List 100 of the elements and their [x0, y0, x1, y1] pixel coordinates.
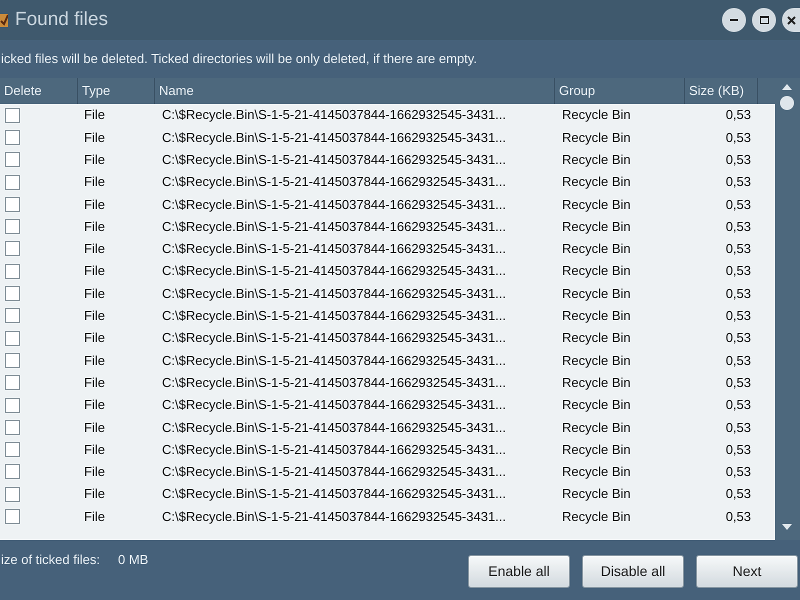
checkbox[interactable]	[5, 420, 20, 435]
table-cell-text: Recycle Bin	[561, 329, 632, 348]
table-cell-text: 0,53	[724, 307, 752, 326]
table-cell-text: 0,53	[724, 218, 752, 236]
table-cell-text: C:\$Recycle.Bin\S-1-5-21-4145037844-1662932545-3431...	[161, 440, 508, 459]
minimize-icon	[730, 19, 738, 21]
checkbox[interactable]	[5, 219, 20, 234]
checkbox[interactable]	[5, 464, 20, 480]
table-cell-text: Recycle Bin	[561, 508, 632, 526]
table-cell-text: File	[83, 463, 106, 482]
checkbox[interactable]	[5, 398, 20, 412]
scroll-down-icon	[782, 524, 792, 530]
status-value: 0 MB	[118, 551, 148, 569]
info-message: icked files will be deleted. Ticked directories will be only deleted, if there are empty.	[1, 50, 477, 68]
table-cell-text: File	[83, 218, 106, 236]
table-cell-text: C:\$Recycle.Bin\S-1-5-21-4145037844-1662932545-3431...	[161, 307, 508, 326]
table-cell-text: File	[83, 262, 106, 280]
table-cell-text: 0,53	[724, 196, 752, 214]
scroll-up-icon	[782, 84, 792, 90]
table-cell-text: File	[83, 173, 106, 192]
table-cell-text: File	[83, 440, 106, 459]
window-title: Found files	[15, 8, 108, 32]
maximize-icon	[760, 16, 768, 24]
table-cell-text: Recycle Bin	[561, 240, 632, 258]
table-cell-text: Recycle Bin	[561, 396, 632, 414]
checkbox[interactable]	[5, 508, 20, 524]
close-icon	[787, 16, 796, 24]
table-cell-text: C:\$Recycle.Bin\S-1-5-21-4145037844-1662932545-3431...	[161, 128, 508, 147]
checkbox[interactable]	[5, 375, 20, 390]
checkbox[interactable]	[5, 330, 20, 346]
checkbox[interactable]	[5, 152, 20, 168]
minimize-button[interactable]	[722, 8, 746, 32]
checkbox[interactable]	[5, 196, 20, 212]
checkbox[interactable]	[5, 264, 20, 279]
table-cell-text: C:\$Recycle.Bin\S-1-5-21-4145037844-1662932545-3431...	[161, 508, 508, 526]
table-cell-text: Recycle Bin	[561, 128, 632, 147]
table-cell-text: Recycle Bin	[561, 307, 632, 326]
table-cell-text: 0,53	[724, 173, 752, 192]
table-cell-text: 0,53	[724, 128, 752, 147]
table-cell-text: 0,53	[724, 485, 752, 504]
table-cell-text: 0,53	[724, 262, 752, 280]
maximize-button[interactable]	[752, 8, 776, 32]
checkbox[interactable]	[5, 130, 20, 145]
table-cell-text: C:\$Recycle.Bin\S-1-5-21-4145037844-1662932545-3431...	[161, 284, 508, 303]
table-cell-text: C:\$Recycle.Bin\S-1-5-21-4145037844-1662932545-3431...	[161, 352, 508, 370]
checkbox[interactable]	[5, 241, 20, 256]
table-cell-text: File	[83, 106, 106, 124]
table-cell-text: 0,53	[724, 440, 752, 459]
table-cell-text: 0,53	[724, 374, 752, 392]
table-cell-text: File	[83, 352, 106, 370]
table-cell-text: C:\$Recycle.Bin\S-1-5-21-4145037844-1662932545-3431...	[161, 196, 508, 214]
table-cell-text: Recycle Bin	[561, 173, 632, 192]
table-cell-text: File	[83, 196, 106, 214]
table-cell-text: File	[83, 374, 106, 392]
table-cell-text: C:\$Recycle.Bin\S-1-5-21-4145037844-1662932545-3431...	[161, 374, 508, 392]
table-cell-text: File	[83, 284, 106, 303]
table-cell-text: Recycle Bin	[561, 262, 632, 280]
table-cell-text: C:\$Recycle.Bin\S-1-5-21-4145037844-1662932545-3431...	[161, 106, 508, 124]
checkbox[interactable]	[5, 308, 20, 324]
table-cell-text: Recycle Bin	[561, 196, 632, 214]
table-cell-text: 0,53	[724, 352, 752, 370]
table-cell-text: File	[83, 329, 106, 348]
table-cell-text: C:\$Recycle.Bin\S-1-5-21-4145037844-1662932545-3431...	[161, 463, 508, 482]
checkbox[interactable]	[5, 352, 20, 368]
checkbox[interactable]	[5, 286, 20, 302]
table-cell-text: 0,53	[724, 284, 752, 303]
table-cell-text: 0,53	[724, 508, 752, 526]
table-cell-text: C:\$Recycle.Bin\S-1-5-21-4145037844-1662932545-3431...	[161, 240, 508, 258]
action-button[interactable]: Disable all	[582, 555, 684, 588]
table-cell-text: File	[83, 240, 106, 258]
table-cell-text: Recycle Bin	[561, 485, 632, 504]
table-cell-text: Recycle Bin	[561, 440, 632, 459]
checkbox[interactable]	[5, 174, 20, 190]
table-cell-text: C:\$Recycle.Bin\S-1-5-21-4145037844-1662932545-3431...	[161, 150, 508, 169]
table-cell-text: 0,53	[724, 150, 752, 169]
action-button[interactable]: Enable all	[468, 555, 570, 588]
table-cell-text: File	[83, 485, 106, 504]
table-cell-text: File	[83, 307, 106, 326]
checkbox[interactable]	[5, 442, 20, 458]
status-label: ize of ticked files:	[1, 551, 100, 569]
table-cell-text: C:\$Recycle.Bin\S-1-5-21-4145037844-1662932545-3431...	[161, 418, 508, 437]
scroll-thumb[interactable]	[780, 96, 794, 110]
checkbox[interactable]	[5, 486, 20, 502]
table-cell-text: File	[83, 508, 106, 526]
table-cell-text: Recycle Bin	[561, 106, 632, 124]
checkbox[interactable]	[5, 108, 20, 123]
table-cell-text: Recycle Bin	[561, 418, 632, 437]
table-cell-text: Recycle Bin	[561, 218, 632, 236]
action-button[interactable]: Next	[696, 555, 798, 588]
table-cell-text: 0,53	[724, 463, 752, 482]
close-button[interactable]	[782, 8, 800, 32]
table-cell-text: File	[83, 396, 106, 414]
table-cell-text: Recycle Bin	[561, 374, 632, 392]
table-cell-text: File	[83, 418, 106, 437]
table-cell-text: Recycle Bin	[561, 463, 632, 482]
table-cell-text: Recycle Bin	[561, 352, 632, 370]
table-cell-text: Recycle Bin	[561, 150, 632, 169]
table-cell-text: C:\$Recycle.Bin\S-1-5-21-4145037844-1662932545-3431...	[161, 218, 508, 236]
table-cell-text: 0,53	[724, 418, 752, 437]
scrollbar[interactable]	[775, 78, 800, 540]
